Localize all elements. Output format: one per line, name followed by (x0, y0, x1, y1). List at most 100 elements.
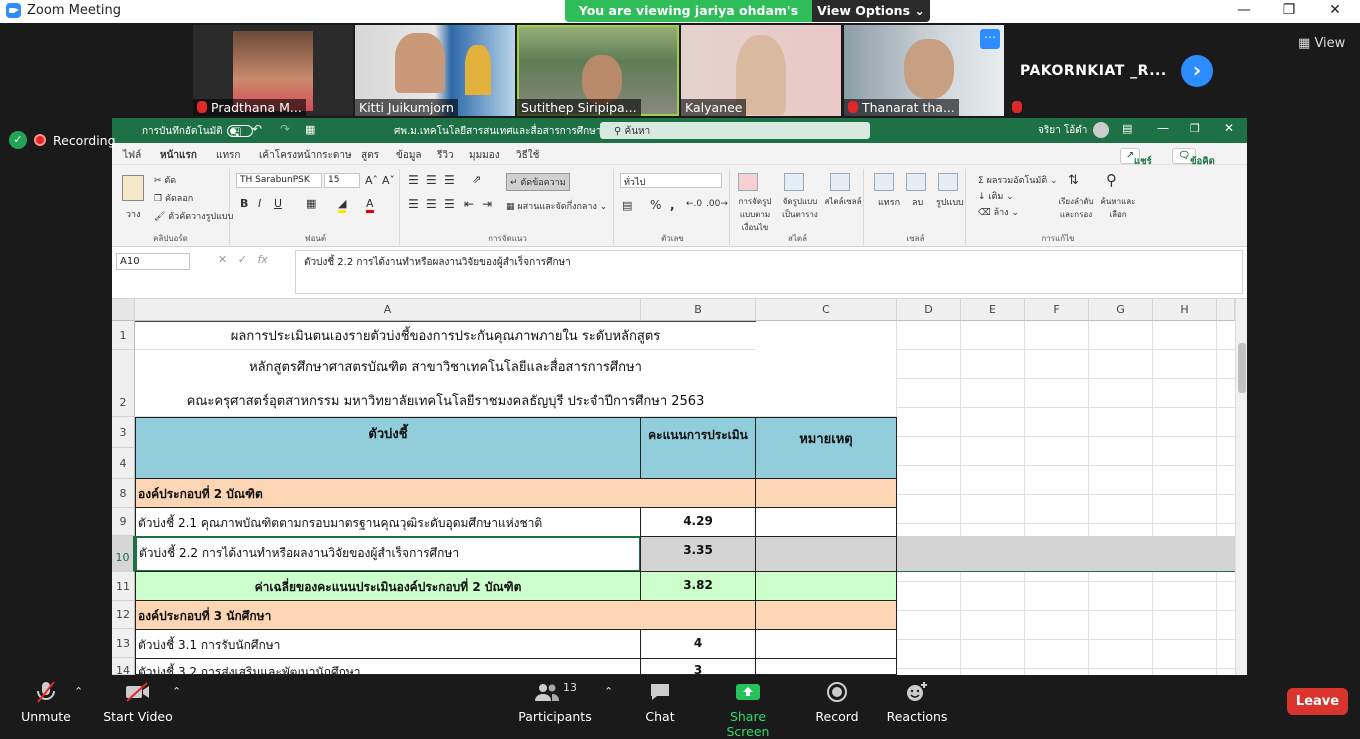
tab-file[interactable]: ไฟล์ (123, 148, 141, 163)
bold-icon[interactable]: B (240, 197, 248, 210)
currency-icon[interactable]: ▤ (622, 199, 632, 212)
row-header[interactable]: 3 (112, 417, 135, 448)
header-indicator[interactable]: ตัวบ่งชี้ (135, 417, 641, 479)
save-icon[interactable]: 🖫 (231, 123, 241, 144)
sort-filter-label[interactable]: เรียงลำดับและกรอง (1056, 195, 1096, 221)
delete-cells-label[interactable]: ลบ (912, 195, 923, 209)
underline-icon[interactable]: U (274, 197, 282, 210)
comments-button[interactable]: 🗨 ข้อคิดเห็น (1172, 148, 1215, 182)
paste-icon[interactable] (122, 175, 144, 201)
column-header[interactable]: H (1153, 299, 1217, 321)
row-header[interactable]: 13 (112, 629, 135, 658)
indicator-2-2-note[interactable] (755, 536, 897, 572)
indicator-3-2-note[interactable] (755, 658, 897, 675)
find-select-label[interactable]: ค้นหาและเลือก (1098, 195, 1138, 221)
indicator-3-1-score[interactable]: 4 (640, 629, 756, 659)
share-button[interactable]: ↗ แชร์ (1120, 148, 1152, 167)
indicator-3-2-score[interactable]: 3 (640, 658, 756, 675)
indicator-2-2-score[interactable]: 3.35 (640, 536, 756, 572)
recording-indicator[interactable]: ✓ Recording (9, 131, 116, 149)
ribbon-display-icon[interactable]: ▤ (1122, 122, 1132, 135)
row-header[interactable]: 11 (112, 572, 135, 601)
cancel-icon[interactable]: ✕ (218, 253, 227, 266)
italic-icon[interactable]: I (258, 197, 261, 210)
orientation-icon[interactable]: ⇗ (472, 173, 481, 186)
find-icon[interactable]: ⚲ (1106, 171, 1117, 189)
reactions-button[interactable]: Reactions (877, 675, 957, 724)
tab-page-layout[interactable]: เค้าโครงหน้ากระดาษ (259, 148, 352, 163)
row-header[interactable]: 14 (112, 658, 135, 675)
search-input[interactable]: ⚲ ค้นหา (600, 122, 870, 139)
align-left-icon[interactable]: ☰ (408, 197, 419, 211)
column-header[interactable]: E (961, 299, 1025, 321)
row-header[interactable]: 2 (112, 350, 135, 417)
audio-options-caret-icon[interactable]: ⌃ (74, 685, 83, 698)
font-grow-icon[interactable]: Aˆ (365, 174, 378, 187)
fill-button[interactable]: ↓ เติม ⌄ (978, 189, 1014, 203)
enter-icon[interactable]: ✓ (238, 253, 247, 266)
close-icon[interactable]: ✕ (1224, 121, 1234, 135)
tab-data[interactable]: ข้อมูล (396, 148, 422, 163)
cell-styles-label[interactable]: สไตล์เซลล์ (824, 195, 862, 208)
merge-center-button[interactable]: ▦ ผสานและจัดกึ่งกลาง ⌄ (506, 199, 607, 213)
conditional-format-label[interactable]: การจัดรูปแบบตามเงื่อนไข (732, 195, 778, 234)
cell-styles-icon[interactable] (830, 173, 850, 191)
align-center-icon[interactable]: ☰ (426, 197, 437, 211)
tab-formulas[interactable]: สูตร (361, 148, 379, 163)
formula-input[interactable]: ตัวบ่งชี้ 2.2 การได้งานทำหรือผลงานวิจัยข… (295, 250, 1243, 294)
header-score[interactable]: คะแนนการประเมิน (640, 417, 756, 479)
vertical-scrollbar[interactable] (1235, 299, 1247, 675)
column-header[interactable] (1217, 299, 1235, 321)
indicator-2-2-active-cell[interactable]: ตัวบ่งชี้ 2.2 การได้งานทำหรือผลงานวิจัยข… (135, 536, 641, 572)
empty-cells[interactable] (897, 321, 1235, 675)
minimize-icon[interactable]: — (1157, 121, 1169, 135)
conditional-format-icon[interactable] (738, 173, 758, 191)
scrollbar-thumb[interactable] (1238, 343, 1246, 393)
file-title[interactable]: ศพ.ม.เทคโนโลยีสารสนเทศและสื่อสารการศึกษา… (394, 124, 613, 139)
header-note[interactable]: หมายเหตุ (755, 417, 897, 479)
view-options-button[interactable]: View Options ⌄ (812, 0, 930, 22)
indicator-2-1-note[interactable] (755, 507, 897, 537)
component-3-row[interactable]: องค์ประกอบที่ 3 นักศึกษา (135, 600, 756, 630)
autosum-button[interactable]: Σ ผลรวมอัตโนมัติ ⌄ (978, 173, 1058, 187)
record-button[interactable]: Record (797, 675, 877, 724)
cell-c1[interactable] (756, 321, 897, 417)
percent-icon[interactable]: % (650, 198, 661, 212)
column-header[interactable]: B (641, 299, 756, 321)
number-format-select[interactable]: ทั่วไป (620, 173, 722, 188)
font-shrink-icon[interactable]: Aˇ (382, 174, 395, 187)
share-screen-button[interactable]: Share Screen (708, 675, 788, 739)
participant-tile[interactable]: Kitti Juikumjorn (355, 25, 515, 116)
align-bottom-icon[interactable]: ☰ (444, 173, 455, 187)
row-header[interactable]: 9 (112, 508, 135, 536)
start-video-button[interactable]: Start Video (98, 675, 178, 724)
undo-icon[interactable]: ↶ (252, 122, 262, 136)
average-component-2-note[interactable] (755, 571, 897, 601)
unmute-button[interactable]: Unmute (6, 675, 86, 724)
wrap-text-button[interactable]: ↵ ตัดข้อความ (506, 173, 570, 191)
function-icon[interactable]: fx (257, 253, 267, 266)
borders-icon[interactable]: ▦ (306, 197, 316, 210)
participant-tile-active[interactable]: Sutithep Siripipa... (517, 25, 679, 116)
delete-cells-icon[interactable] (906, 173, 926, 191)
indicator-3-1-note[interactable] (755, 629, 897, 659)
format-cells-label[interactable]: รูปแบบ (936, 195, 964, 209)
component-3-note[interactable] (755, 600, 897, 630)
align-top-icon[interactable]: ☰ (408, 173, 419, 187)
title-line-1[interactable]: ผลการประเมินตนเองรายตัวบ่งชี้ของการประกั… (135, 321, 756, 350)
row-header[interactable]: 8 (112, 479, 135, 508)
column-header[interactable]: A (135, 299, 641, 321)
view-button[interactable]: ▦ View (1298, 36, 1345, 51)
participant-tile[interactable]: Kalyanee (681, 25, 841, 116)
chat-button[interactable]: Chat (620, 675, 700, 724)
indicator-3-2[interactable]: ตัวบ่งชี้ 3.2 การส่งเสริมและพัฒนานักศึกษ… (135, 658, 641, 675)
indicator-2-1-score[interactable]: 4.29 (640, 507, 756, 537)
select-all-corner[interactable] (112, 299, 135, 321)
restore-icon[interactable]: ❐ (1190, 122, 1200, 135)
average-component-2-score[interactable]: 3.82 (640, 571, 756, 601)
component-2-row[interactable]: องค์ประกอบที่ 2 บัณฑิต (135, 478, 756, 508)
copy-button[interactable]: ❐ คัดลอก (154, 191, 193, 205)
insert-cells-icon[interactable] (874, 173, 894, 191)
title-lines-2-3[interactable]: หลักสูตรศึกษาศาสตรบัณฑิต สาขาวิชาเทคโนโล… (135, 350, 756, 417)
component-2-note[interactable] (755, 478, 897, 508)
